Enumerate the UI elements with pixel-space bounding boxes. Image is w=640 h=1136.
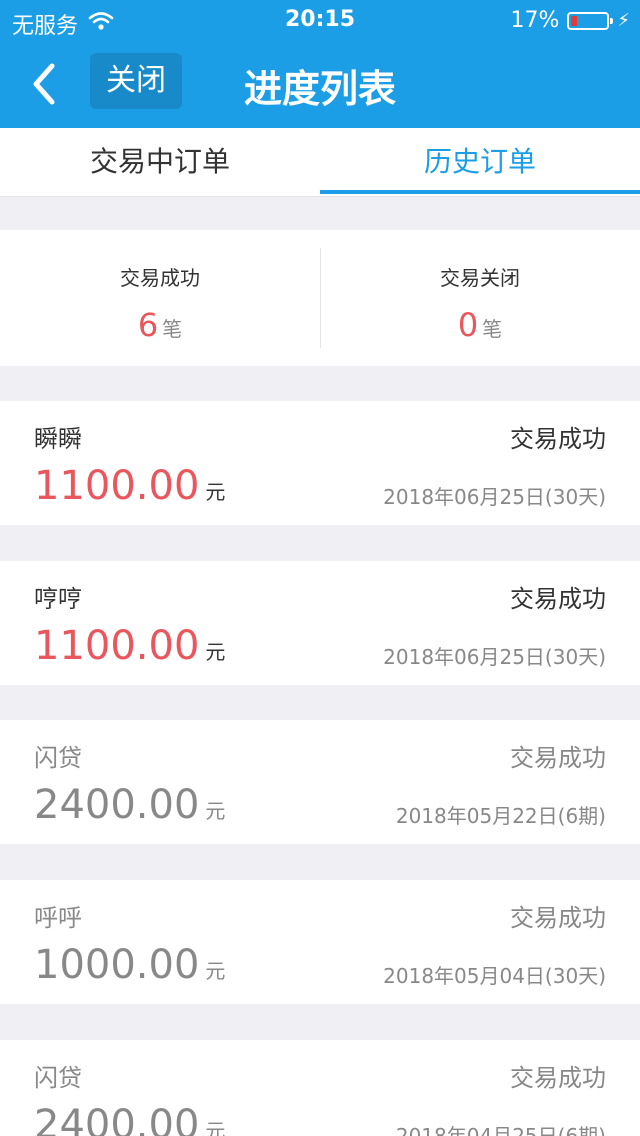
order-amount-value: 1100.00 (34, 623, 200, 669)
summary-success-count: 6 (137, 306, 159, 344)
order-amount-unit: 元 (205, 799, 226, 823)
order-amount-value: 2400.00 (34, 1102, 200, 1136)
charging-icon: ⚡ (617, 10, 630, 31)
order-amount-unit: 元 (205, 480, 226, 504)
order-card[interactable]: 闪贷 交易成功 2400.00 元 2018年04月25日(6期) (0, 1040, 640, 1136)
order-name: 闪贷 (34, 744, 82, 772)
order-date: 2018年05月22日(6期) (395, 804, 606, 828)
order-status: 交易成功 (510, 585, 606, 613)
summary-closed: 交易关闭 0笔 (320, 230, 640, 366)
order-amount-value: 1000.00 (34, 942, 200, 988)
order-amount-unit: 元 (205, 640, 226, 664)
summary-closed-label: 交易关闭 (440, 266, 520, 290)
order-card[interactable]: 哼哼 交易成功 1100.00 元 2018年06月25日(30天) (0, 561, 640, 685)
tab-in-progress-orders[interactable]: 交易中订单 (0, 128, 320, 196)
active-tab-indicator (320, 190, 640, 194)
summary-closed-value: 0笔 (320, 306, 640, 344)
summary-success-unit: 笔 (162, 317, 183, 341)
order-name: 瞬瞬 (34, 425, 82, 453)
order-amount-value: 1100.00 (34, 463, 200, 509)
summary-success-label: 交易成功 (120, 266, 200, 290)
battery-percent: 17% (510, 8, 560, 33)
order-amount-unit: 元 (205, 1119, 226, 1136)
order-amount-value: 2400.00 (34, 782, 200, 828)
order-amount: 1100.00 元 (34, 463, 225, 509)
order-status: 交易成功 (510, 744, 606, 772)
order-status: 交易成功 (510, 904, 606, 932)
app-header: 无服务 20:15 17% ⚡ 关闭 进度列表 (0, 0, 640, 128)
battery-icon (567, 11, 614, 30)
page-title: 进度列表 (243, 67, 396, 111)
order-date: 2018年05月04日(30天) (383, 964, 606, 988)
order-amount: 2400.00 元 (34, 782, 225, 828)
summary-closed-count: 0 (457, 306, 479, 344)
order-amount: 1100.00 元 (34, 623, 225, 669)
order-card[interactable]: 瞬瞬 交易成功 1100.00 元 2018年06月25日(30天) (0, 401, 640, 525)
order-status: 交易成功 (510, 425, 606, 453)
order-date: 2018年06月25日(30天) (383, 645, 606, 669)
order-card[interactable]: 呼呼 交易成功 1000.00 元 2018年05月04日(30天) (0, 880, 640, 1004)
order-name: 闪贷 (34, 1064, 82, 1092)
order-amount: 2400.00 元 (34, 1102, 225, 1136)
order-card[interactable]: 闪贷 交易成功 2400.00 元 2018年05月22日(6期) (0, 720, 640, 844)
order-name: 哼哼 (34, 585, 82, 613)
tab-history-orders[interactable]: 历史订单 (320, 128, 640, 196)
tab-bar: 交易中订单 历史订单 (0, 128, 640, 197)
summary-closed-unit: 笔 (482, 317, 503, 341)
summary-panel: 交易成功 6笔 交易关闭 0笔 (0, 230, 640, 366)
order-status: 交易成功 (510, 1064, 606, 1092)
order-amount: 1000.00 元 (34, 942, 225, 988)
status-right: 17% ⚡ (510, 8, 630, 33)
order-date: 2018年06月25日(30天) (383, 485, 606, 509)
summary-success-value: 6笔 (0, 306, 320, 344)
order-name: 呼呼 (34, 904, 82, 932)
order-amount-unit: 元 (205, 959, 226, 983)
status-bar: 无服务 20:15 17% ⚡ (0, 0, 640, 40)
order-date: 2018年04月25日(6期) (395, 1124, 606, 1136)
summary-success: 交易成功 6笔 (0, 230, 320, 366)
navigation-bar: 关闭 进度列表 (0, 40, 640, 128)
